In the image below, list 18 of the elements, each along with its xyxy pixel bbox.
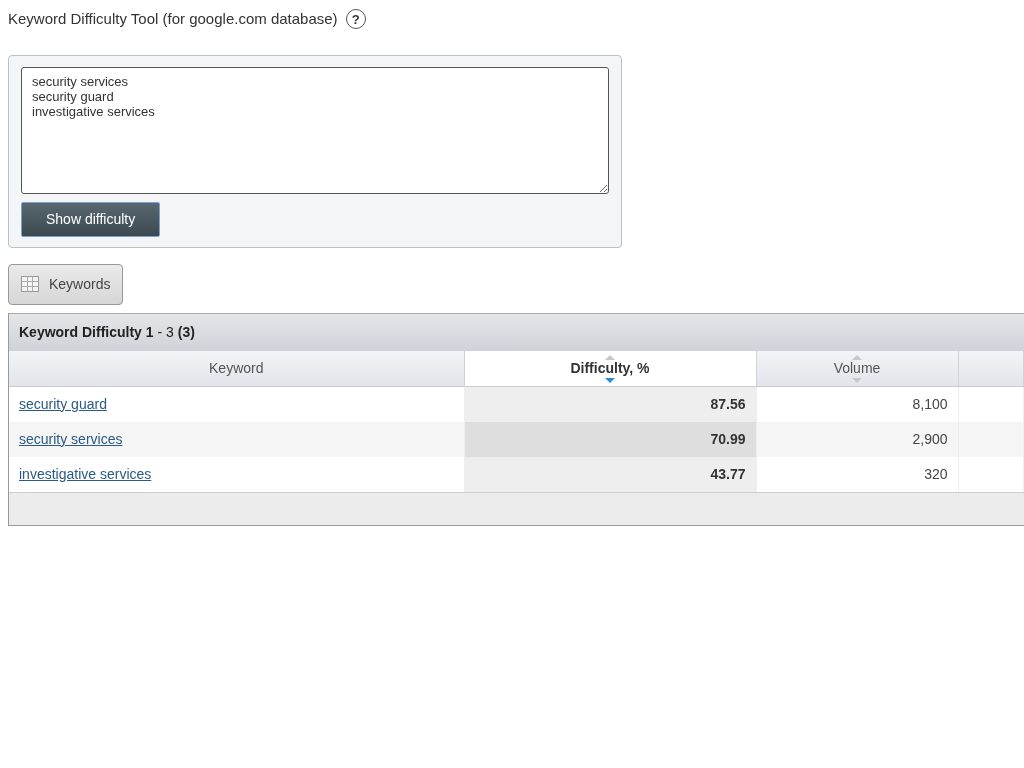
difficulty-cell: 87.56: [464, 386, 756, 422]
keywords-field[interactable]: security services security guard investigative services: [21, 66, 609, 194]
grid-icon: [21, 276, 39, 292]
column-header[interactable]: Difficulty, %: [464, 350, 756, 387]
difficulty-cell: 43.77: [464, 456, 756, 492]
show-difficulty-button[interactable]: Show difficulty: [21, 201, 161, 237]
keyword-link[interactable]: investigative services: [19, 465, 152, 482]
page-title: Keyword Difficulty Tool (for google.com database): [8, 9, 338, 29]
keyword-link[interactable]: security services: [19, 430, 123, 447]
column-header[interactable]: Volume: [756, 350, 958, 387]
keyword-link[interactable]: security guard: [19, 395, 107, 412]
volume-cell: 320: [756, 456, 958, 492]
table-title: Keyword Difficulty 1 - 3 (3): [9, 313, 1024, 351]
volume-cell: 8,100: [756, 386, 958, 422]
difficulty-cell: 70.99: [464, 421, 756, 457]
column-header[interactable]: Keyword: [9, 350, 464, 387]
keywords-tab[interactable]: Keywords: [8, 263, 124, 305]
volume-cell: 2,900: [756, 421, 958, 457]
